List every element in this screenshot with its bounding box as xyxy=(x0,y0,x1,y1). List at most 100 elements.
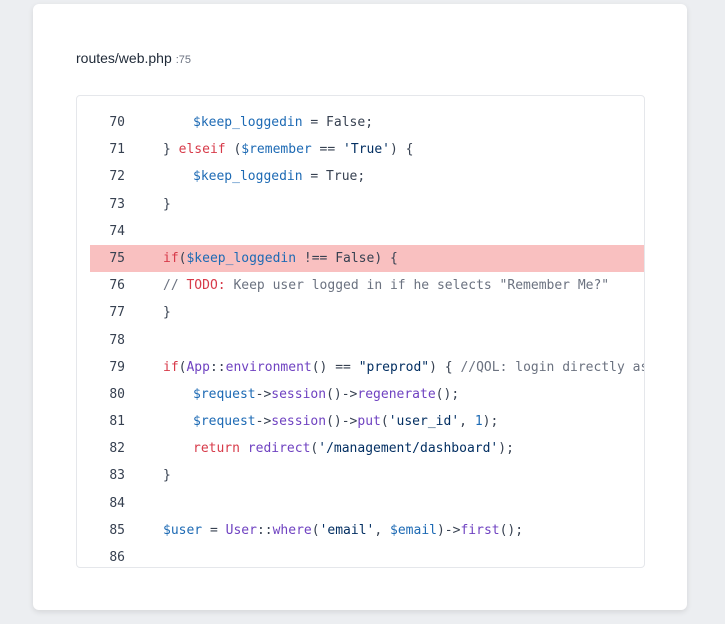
code-token: 'True' xyxy=(343,142,391,158)
line-number: 78 xyxy=(109,332,125,348)
code-token: $remember xyxy=(241,142,312,158)
line-number: 83 xyxy=(109,468,125,484)
code-token: -> xyxy=(255,414,272,430)
line-number: 76 xyxy=(109,278,125,294)
code-token: ( xyxy=(225,142,242,158)
code-token: () == xyxy=(311,359,359,375)
code-token: 1 xyxy=(474,414,483,430)
code-line: 75 if($keep_loggedin !== False) { xyxy=(90,244,644,273)
code-token: !== False) { xyxy=(296,250,398,266)
code-line: 82 return redirect('/management/dashboard… xyxy=(90,435,644,462)
file-line-indicator: :75 xyxy=(175,54,192,66)
code-token: ); xyxy=(482,414,499,430)
line-code: } xyxy=(163,191,171,218)
line-code: $user = User::where('email', $email)->fi… xyxy=(163,517,523,544)
line-number: 85 xyxy=(109,522,125,538)
code-line: 72 $keep_loggedin = True; xyxy=(90,163,644,190)
code-snippet-card: routes/web.php:75 70 $keep_loggedin = Fal… xyxy=(33,4,687,610)
code-token: } xyxy=(163,196,171,212)
line-code: $request->session()->regenerate(); xyxy=(193,381,459,408)
code-token: } xyxy=(163,305,171,321)
line-number: 74 xyxy=(109,223,125,239)
line-number: 70 xyxy=(109,115,125,130)
code-token: = xyxy=(202,522,226,538)
code-token: Keep user logged in if he selects "Remem… xyxy=(225,278,610,294)
code-token: $request xyxy=(193,386,256,402)
line-number: 80 xyxy=(109,386,125,402)
code-lines: 70 $keep_loggedin = False; 71 } elseif ($re… xyxy=(90,109,644,567)
code-token: 'user_id' xyxy=(388,414,460,430)
line-number: 81 xyxy=(109,414,125,430)
code-viewer: 70 $keep_loggedin = False; 71 } elseif ($re… xyxy=(76,95,645,568)
code-token: 'email' xyxy=(319,522,375,538)
code-token: //QOL: login directly as the user 1 xyxy=(460,359,644,375)
code-line: 71 } elseif ($remember == 'True') { xyxy=(90,136,644,163)
line-code: $keep_loggedin = True; xyxy=(193,163,365,190)
code-token: , xyxy=(459,414,475,430)
code-token: $keep_loggedin xyxy=(193,115,303,130)
code-token: ) { xyxy=(429,359,461,375)
file-path: routes/web.php xyxy=(76,50,172,66)
code-token: , xyxy=(374,522,391,538)
line-number: 72 xyxy=(109,169,125,185)
code-line: 74 xyxy=(90,218,644,245)
code-line: 83} xyxy=(90,462,644,489)
line-code: } elseif ($remember == 'True') { xyxy=(163,136,414,163)
code-token: = False; xyxy=(302,115,374,130)
code-token: redirect xyxy=(247,441,311,457)
code-token: ( xyxy=(311,522,320,538)
code-line: 85 $user = User::where('email', $email)->… xyxy=(90,517,644,544)
file-header: routes/web.php:75 xyxy=(76,50,191,66)
code-line: 77} xyxy=(90,299,644,326)
line-code: return redirect('/management/dashboard')… xyxy=(193,435,514,462)
line-code: if(App::environment() == "preprod") { //… xyxy=(163,354,644,381)
line-number: 84 xyxy=(109,495,125,511)
code-token: (); xyxy=(435,386,460,402)
code-token: -> xyxy=(255,386,272,402)
code-token: $request xyxy=(193,414,256,430)
code-token: if xyxy=(163,359,179,375)
code-token: ()-> xyxy=(326,386,358,402)
code-line: 76 // TODO: Keep user logged in if he sel… xyxy=(90,272,644,299)
code-token: TODO: xyxy=(186,278,226,294)
code-token: ) { xyxy=(390,142,414,158)
code-token: "preprod" xyxy=(358,359,430,375)
code-line: 81 $request->session()->put('user_id', 1)… xyxy=(90,408,644,435)
line-number: 77 xyxy=(109,305,125,321)
code-token: :: xyxy=(209,359,226,375)
code-token: App xyxy=(186,359,210,375)
code-token: session xyxy=(271,386,327,402)
code-line: 80 $request->session()->regenerate(); xyxy=(90,381,644,408)
code-token: ()-> xyxy=(326,414,358,430)
code-line: 79 if(App::environment() == "preprod") { … xyxy=(90,354,644,381)
line-number: 79 xyxy=(109,359,125,375)
line-code: $keep_loggedin = False; xyxy=(193,109,373,136)
code-token: environment xyxy=(225,359,312,375)
code-token: ( xyxy=(380,414,389,430)
code-line: 70 $keep_loggedin = False; xyxy=(90,109,644,136)
code-token: session xyxy=(271,414,327,430)
code-line: 84 xyxy=(90,490,644,517)
code-token: regenerate xyxy=(357,386,436,402)
code-token: return xyxy=(193,441,240,457)
code-line: 86 xyxy=(90,544,644,567)
code-token: User xyxy=(225,522,257,538)
code-token: :: xyxy=(256,522,273,538)
code-token: $keep_loggedin xyxy=(193,169,303,185)
code-token: put xyxy=(357,414,381,430)
code-token: if xyxy=(163,250,179,266)
line-number: 71 xyxy=(109,142,125,158)
line-number: 75 xyxy=(109,250,125,266)
code-token: // xyxy=(163,278,187,294)
code-token: where xyxy=(272,522,312,538)
line-code: } xyxy=(163,462,171,489)
code-token: } xyxy=(163,142,179,158)
code-token: (); xyxy=(499,522,524,538)
code-token: = True; xyxy=(302,169,366,185)
line-code: // TODO: Keep user logged in if he selec… xyxy=(163,272,609,299)
code-token: '/management/dashboard' xyxy=(318,441,499,457)
line-number: 86 xyxy=(109,550,125,565)
line-number: 73 xyxy=(109,196,125,212)
code-token: == xyxy=(311,142,344,158)
